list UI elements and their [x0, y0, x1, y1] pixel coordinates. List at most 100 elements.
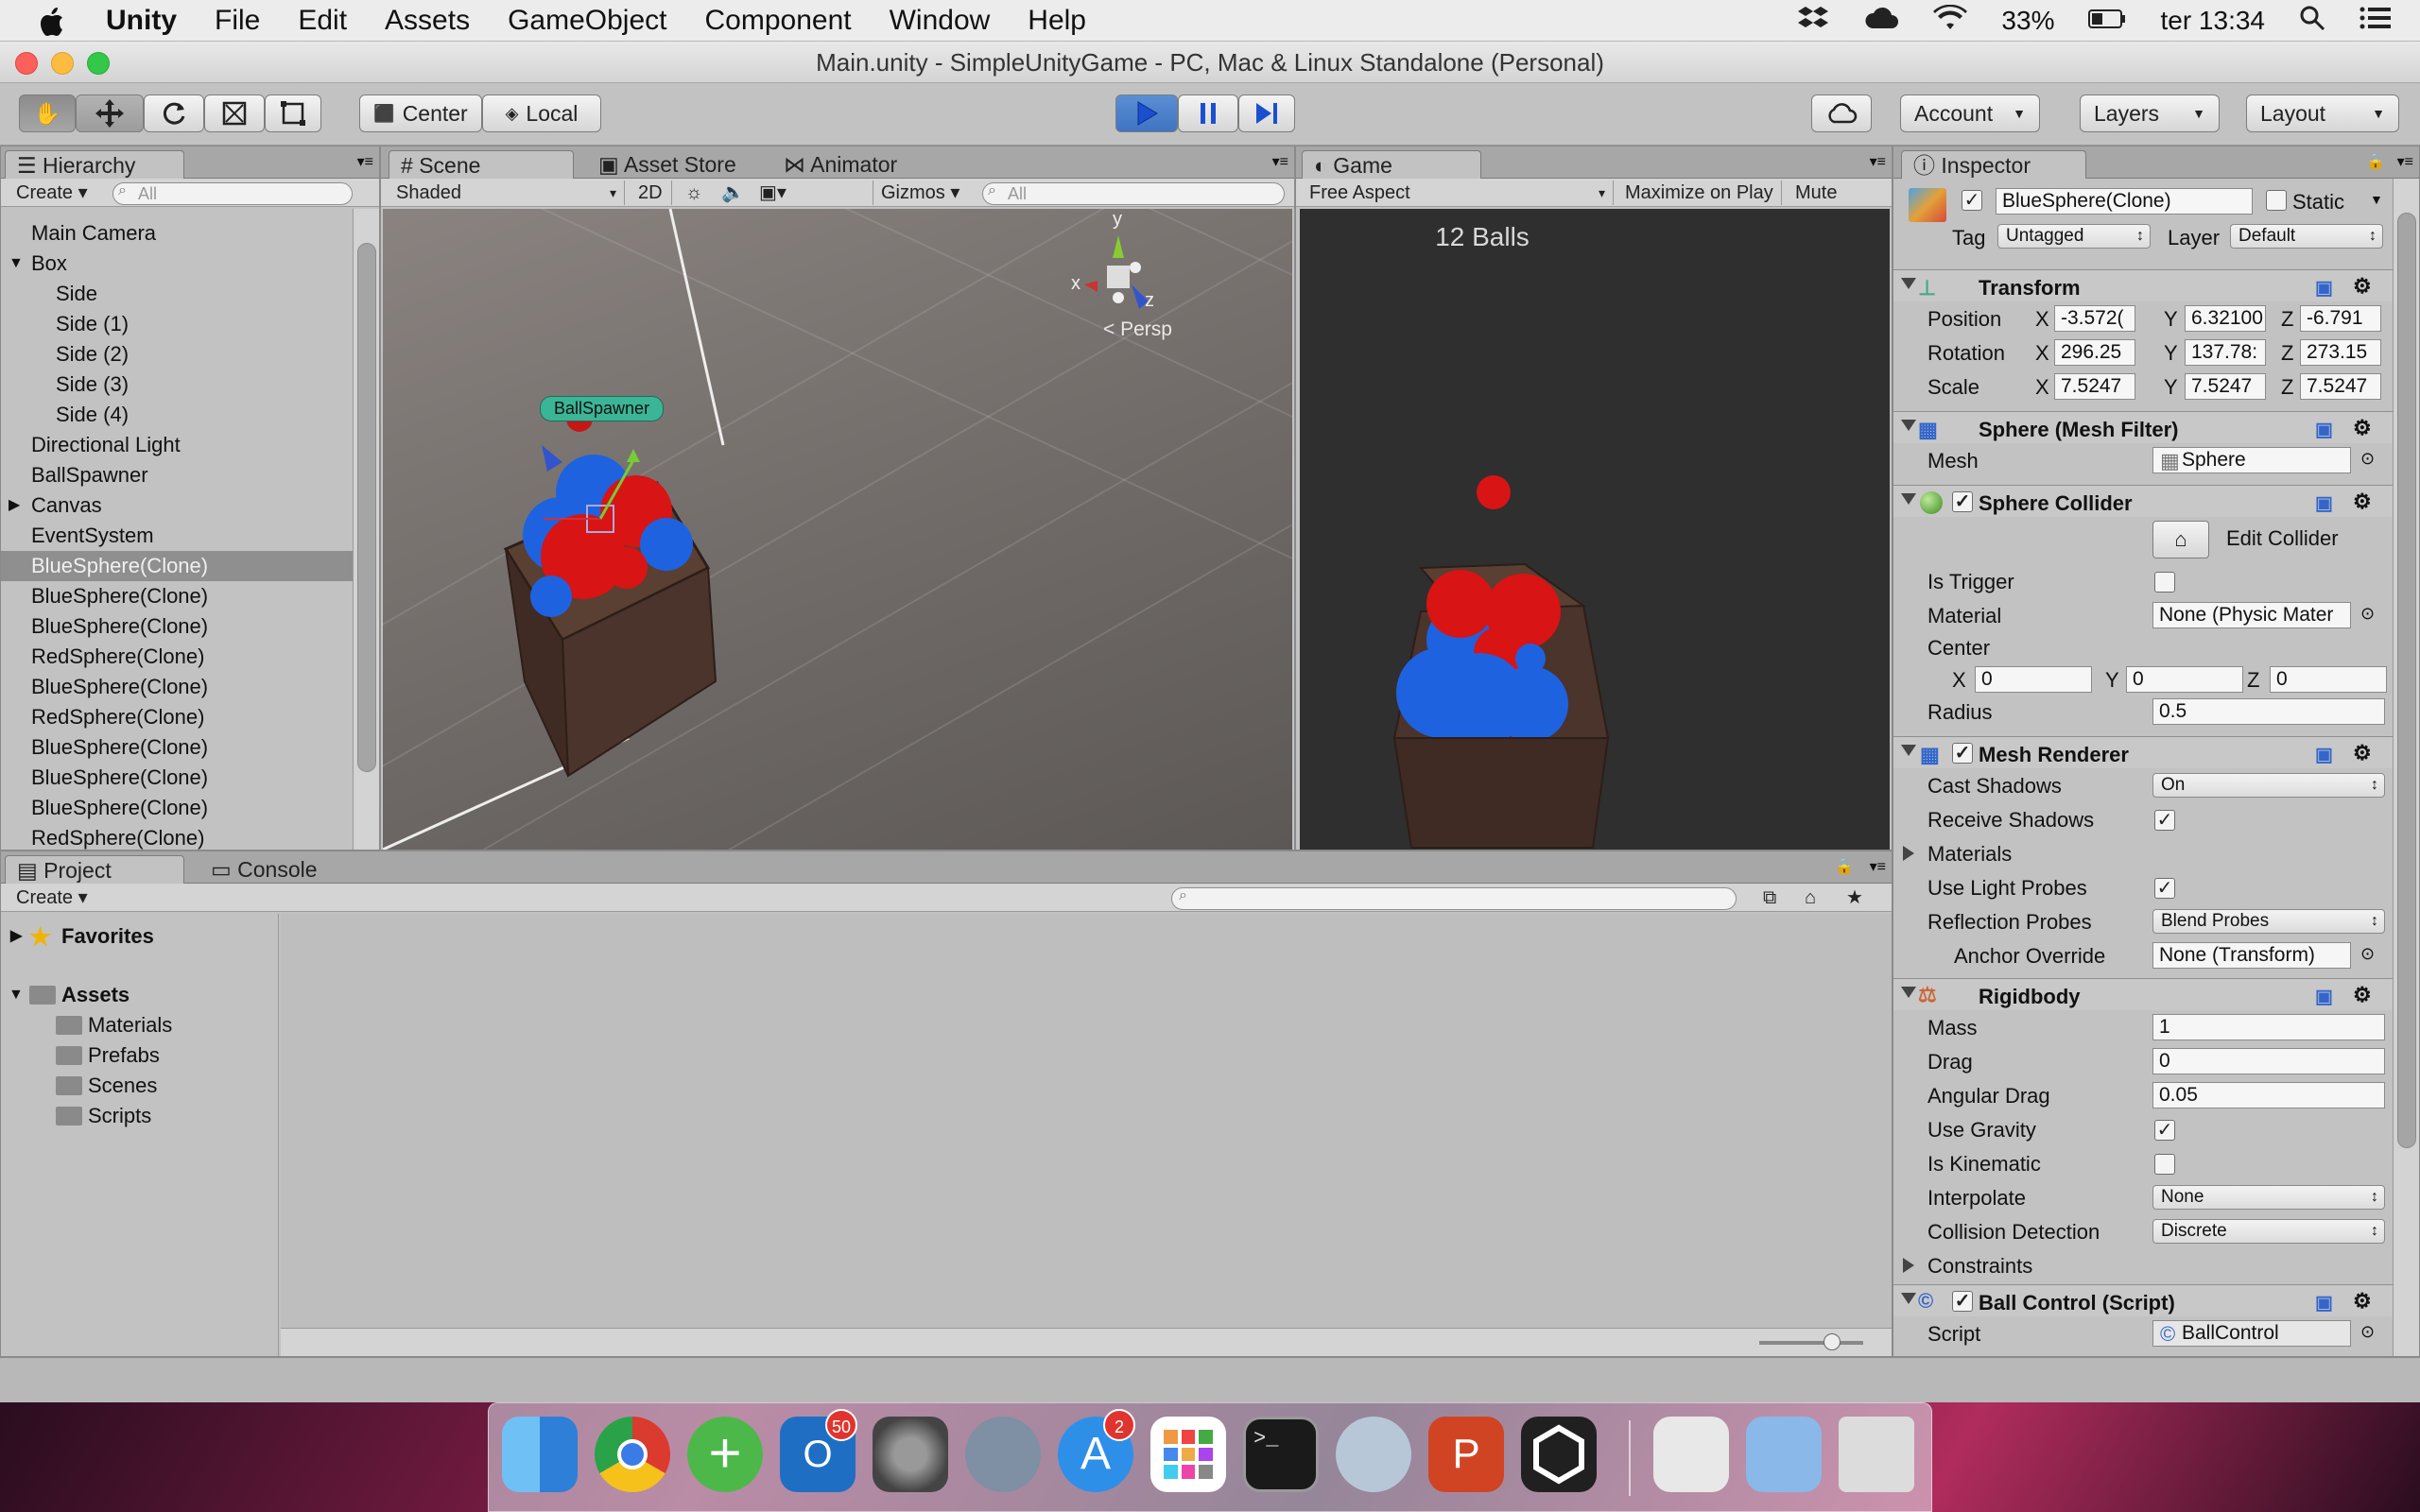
angular-drag-input[interactable]: 0.05: [2152, 1082, 2385, 1108]
tree-item-assets[interactable]: ▼ Assets: [1, 980, 279, 1010]
hierarchy-item[interactable]: BlueSphere(Clone): [1, 793, 353, 823]
hierarchy-item[interactable]: BlueSphere(Clone): [1, 732, 353, 763]
hierarchy-item[interactable]: Side (2): [1, 339, 353, 369]
cloud-icon[interactable]: [1863, 6, 1899, 37]
menu-window[interactable]: Window: [890, 5, 991, 37]
tab-scene[interactable]: # Scene: [389, 150, 574, 179]
gear-icon[interactable]: ⚙: [2353, 741, 2372, 765]
foldout-closed-icon[interactable]: [1903, 846, 1914, 861]
menu-app-name[interactable]: Unity: [106, 5, 177, 37]
fullscreen-window-icon[interactable]: [87, 52, 110, 75]
menu-file[interactable]: File: [215, 5, 260, 37]
layers-dropdown[interactable]: Layers ▼: [2080, 94, 2220, 132]
drag-input[interactable]: 0: [2152, 1048, 2385, 1074]
pause-button[interactable]: [1178, 94, 1238, 132]
scale-z-input[interactable]: 7.5247: [2300, 373, 2381, 400]
terminal-icon[interactable]: >_: [1243, 1417, 1319, 1492]
projection-mode-label[interactable]: < Persp: [1103, 318, 1172, 341]
foldout-open-icon[interactable]: [1901, 493, 1916, 505]
account-dropdown[interactable]: Account ▼: [1900, 94, 2040, 132]
dropbox-icon[interactable]: [1797, 5, 1829, 38]
battery-icon[interactable]: [2088, 6, 2126, 36]
hierarchy-create-button[interactable]: Create ▾: [9, 180, 95, 205]
script-enabled-checkbox[interactable]: ✓: [1952, 1291, 1973, 1312]
position-z-input[interactable]: -6.791: [2300, 305, 2381, 332]
system-preferences-icon[interactable]: [873, 1417, 948, 1492]
help-book-icon[interactable]: ▣: [2315, 1291, 2333, 1314]
gizmos-dropdown[interactable]: Gizmos ▾: [873, 180, 978, 205]
scrollbar-thumb[interactable]: [2397, 213, 2416, 1148]
shading-mode-dropdown[interactable]: Shaded ▾: [389, 180, 625, 205]
tab-inspector[interactable]: ⓘ Inspector: [1901, 150, 2086, 179]
tab-hierarchy[interactable]: ☰ Hierarchy: [5, 150, 184, 179]
hierarchy-item[interactable]: BallSpawner: [1, 460, 353, 490]
physic-material-field[interactable]: None (Physic Mater: [2152, 602, 2351, 628]
menu-assets[interactable]: Assets: [385, 5, 470, 37]
panel-menu-icon[interactable]: ▾≡: [1870, 152, 1886, 171]
project-create-button[interactable]: Create ▾: [9, 885, 95, 910]
space-local-button[interactable]: ◈ Local: [482, 94, 601, 132]
effects-toggle-icon[interactable]: ▣▾: [752, 180, 799, 205]
mesh-field[interactable]: Sphere: [2152, 447, 2351, 473]
mesh-filter-header[interactable]: ▦ Sphere (Mesh Filter) ▣ ⚙: [1893, 411, 2393, 443]
center-y-input[interactable]: 0: [2126, 666, 2243, 693]
is-kinematic-checkbox[interactable]: [2154, 1154, 2175, 1175]
is-trigger-checkbox[interactable]: [2154, 572, 2175, 593]
mesh-renderer-header[interactable]: ▦ ✓ Mesh Renderer ▣ ⚙: [1893, 736, 2393, 768]
mass-input[interactable]: 1: [2152, 1014, 2385, 1040]
foldout-open-icon[interactable]: [1901, 745, 1916, 756]
hierarchy-item[interactable]: Side (4): [1, 400, 353, 430]
collab-cloud-button[interactable]: [1811, 94, 1872, 132]
collider-enabled-checkbox[interactable]: ✓: [1952, 491, 1973, 512]
tab-asset-store[interactable]: ▣ Asset Store: [587, 150, 748, 179]
hierarchy-item[interactable]: EventSystem: [1, 521, 353, 551]
materials-row[interactable]: Materials: [1893, 838, 2393, 868]
tab-project[interactable]: ▤ Project: [5, 855, 184, 884]
interpolate-dropdown[interactable]: None: [2152, 1185, 2385, 1210]
hierarchy-item[interactable]: RedSphere(Clone): [1, 702, 353, 732]
hierarchy-item[interactable]: BlueSphere(Clone): [1, 581, 353, 611]
transform-header[interactable]: ⊥ Transform ▣ ⚙: [1893, 269, 2393, 301]
layer-dropdown[interactable]: Default: [2230, 224, 2383, 249]
position-y-input[interactable]: 6.32100: [2185, 305, 2266, 332]
use-gravity-checkbox[interactable]: ✓: [2154, 1120, 2175, 1141]
filter-label-icon[interactable]: ⌂: [1797, 885, 1824, 910]
rotation-y-input[interactable]: 137.78:: [2185, 339, 2266, 366]
hierarchy-item[interactable]: Main Camera: [1, 218, 353, 249]
slider-thumb[interactable]: [1824, 1333, 1841, 1350]
menu-gameobject[interactable]: GameObject: [508, 5, 666, 37]
close-window-icon[interactable]: [15, 52, 38, 75]
gear-icon[interactable]: ⚙: [2353, 416, 2372, 440]
script-field[interactable]: BallControl: [2152, 1320, 2351, 1347]
panel-menu-icon[interactable]: ▾≡: [2397, 152, 2413, 171]
scale-y-input[interactable]: 7.5247: [2185, 373, 2266, 400]
collision-detection-dropdown[interactable]: Discrete: [2152, 1219, 2385, 1244]
radius-input[interactable]: 0.5: [2152, 698, 2385, 725]
foldout-closed-icon[interactable]: ▶: [10, 921, 22, 952]
downloads-folder-icon[interactable]: [1746, 1417, 1822, 1492]
anchor-override-field[interactable]: None (Transform): [2152, 942, 2351, 969]
foldout-open-icon[interactable]: [1901, 420, 1916, 431]
hand-tool-icon[interactable]: ✋: [19, 94, 76, 132]
ball-control-header[interactable]: © ✓ Ball Control (Script) ▣ ⚙: [1893, 1284, 2393, 1316]
receive-shadows-checkbox[interactable]: ✓: [2154, 810, 2175, 831]
tree-item-folder[interactable]: Prefabs: [1, 1040, 279, 1071]
menu-component[interactable]: Component: [704, 5, 851, 37]
help-book-icon[interactable]: ▣: [2315, 985, 2333, 1008]
rotation-z-input[interactable]: 273.15: [2300, 339, 2381, 366]
maximize-on-play-toggle[interactable]: Maximize on Play: [1617, 180, 1782, 205]
documents-stack-icon[interactable]: [1653, 1417, 1729, 1492]
project-search-input[interactable]: [1171, 887, 1737, 910]
position-x-input[interactable]: -3.572(: [2054, 305, 2135, 332]
foldout-closed-icon[interactable]: [1903, 1258, 1914, 1273]
tab-console[interactable]: ▭ Console: [199, 855, 329, 884]
inspector-scrollbar[interactable]: [2393, 179, 2419, 1356]
object-picker-icon[interactable]: ⊙: [2360, 944, 2375, 964]
constraints-row[interactable]: Constraints: [1893, 1250, 2393, 1280]
gear-icon[interactable]: ⚙: [2353, 1289, 2372, 1314]
ballspawner-label[interactable]: BallSpawner: [540, 396, 665, 421]
favorite-star-icon[interactable]: ★: [1839, 885, 1871, 910]
icon-size-slider[interactable]: [1759, 1333, 1863, 1350]
play-button[interactable]: [1115, 94, 1178, 132]
tab-animator[interactable]: ⋈ Animator: [772, 150, 908, 179]
